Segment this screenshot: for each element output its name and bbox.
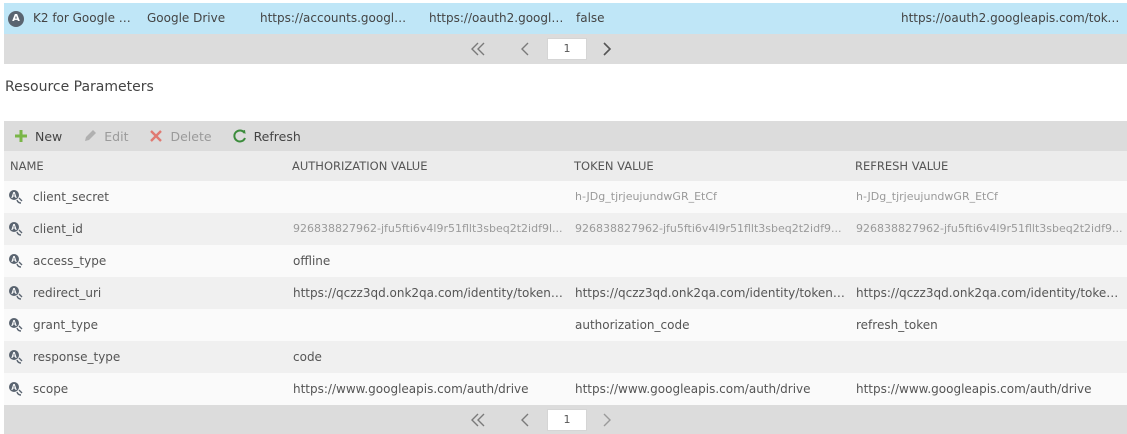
svg-text:A: A xyxy=(11,351,17,360)
table-row[interactable]: A access_type offline xyxy=(4,245,1127,277)
authorization-value: code xyxy=(293,350,322,364)
authorization-value: offline xyxy=(293,254,331,268)
table-row[interactable]: A client_secret h-JDg_tjrjeujundwGR_EtCf… xyxy=(4,181,1127,213)
authorization-url: https://accounts.google.c... xyxy=(260,11,412,25)
table-row[interactable]: A client_id 926838827962-jfu5fti6v4l9r51… xyxy=(4,213,1127,245)
authorization-value: 926838827962-jfu5fti6v4l9r51fllt3sbeq2t2… xyxy=(293,222,563,235)
flag-value: false xyxy=(576,11,605,25)
first-page-icon[interactable] xyxy=(466,34,490,64)
table-row[interactable]: A grant_type authorization_code refresh_… xyxy=(4,309,1127,341)
svg-text:A: A xyxy=(11,287,17,296)
table-row[interactable]: A response_type code xyxy=(4,341,1127,373)
table-row[interactable]: A redirect_uri https://qczz3qd.onk2qa.co… xyxy=(4,277,1127,309)
new-button[interactable]: New xyxy=(13,128,62,144)
parameter-name: scope xyxy=(33,382,69,396)
resource-type: Google Drive xyxy=(147,11,226,25)
parameter-icon: A xyxy=(8,189,24,205)
token-value: https://qczz3qd.onk2qa.com/identity/toke… xyxy=(575,286,845,300)
authorization-value: https://www.googleapis.com/auth/drive xyxy=(293,382,529,396)
token-value: https://www.googleapis.com/auth/drive xyxy=(575,382,811,396)
selected-resource-row[interactable]: A K2 for Google D... Google Drive https:… xyxy=(4,3,1127,34)
refresh-button-label: Refresh xyxy=(253,128,301,144)
parameter-icon: A xyxy=(8,285,24,301)
pencil-icon xyxy=(82,128,98,144)
token-url: https://oauth2.google... xyxy=(429,11,564,25)
plus-icon xyxy=(13,128,29,144)
first-page-icon[interactable] xyxy=(466,405,490,434)
parameter-icon: A xyxy=(8,317,24,333)
edit-button-label: Edit xyxy=(104,128,129,144)
close-icon xyxy=(148,128,164,144)
page-number-input[interactable]: 1 xyxy=(547,409,587,431)
table-row[interactable]: A scope https://www.googleapis.com/auth/… xyxy=(4,373,1127,405)
parameter-name: grant_type xyxy=(33,318,99,332)
refresh-value: https://www.googleapis.com/auth/drive xyxy=(856,382,1092,396)
column-header-authorization-value[interactable]: AUTHORIZATION VALUE xyxy=(292,151,427,181)
parameter-name: client_secret xyxy=(33,190,109,204)
next-page-icon[interactable] xyxy=(595,405,619,434)
refresh-url: https://oauth2.googleapis.com/token xyxy=(901,11,1121,25)
parameter-name: client_id xyxy=(33,222,83,236)
column-header-token-value[interactable]: TOKEN VALUE xyxy=(574,151,654,181)
delete-button-label: Delete xyxy=(170,128,212,144)
svg-text:A: A xyxy=(11,319,17,328)
edit-button[interactable]: Edit xyxy=(82,128,128,144)
refresh-value: refresh_token xyxy=(856,318,938,332)
delete-button[interactable]: Delete xyxy=(148,128,212,144)
parameter-icon: A xyxy=(8,221,24,237)
parameter-name: access_type xyxy=(33,254,107,268)
resource-name: K2 for Google D... xyxy=(33,11,138,25)
previous-page-icon[interactable] xyxy=(513,405,537,434)
column-header-name[interactable]: NAME xyxy=(10,151,44,181)
refresh-icon xyxy=(232,128,248,144)
previous-page-icon[interactable] xyxy=(513,34,537,64)
toolbar: New Edit Delete Refresh xyxy=(4,121,1127,151)
parameters-table: A client_secret h-JDg_tjrjeujundwGR_EtCf… xyxy=(4,181,1127,405)
svg-text:A: A xyxy=(11,191,17,200)
refresh-button[interactable]: Refresh xyxy=(232,128,301,144)
refresh-value: h-JDg_tjrjeujundwGR_EtCf xyxy=(856,190,998,203)
pager-bottom: 1 xyxy=(4,405,1127,434)
refresh-value: https://qczz3qd.onk2qa.com/identity/toke… xyxy=(856,286,1124,300)
parameter-icon: A xyxy=(8,253,24,269)
token-value: authorization_code xyxy=(575,318,690,332)
svg-text:A: A xyxy=(11,223,17,232)
column-header-refresh-value[interactable]: REFRESH VALUE xyxy=(855,151,948,181)
pager-top: 1 xyxy=(4,34,1127,64)
grid-header: NAME AUTHORIZATION VALUE TOKEN VALUE REF… xyxy=(4,151,1127,181)
svg-text:A: A xyxy=(11,255,17,264)
section-title: Resource Parameters xyxy=(5,79,154,95)
page-number-input[interactable]: 1 xyxy=(547,38,587,60)
new-button-label: New xyxy=(35,128,63,144)
svg-text:A: A xyxy=(11,383,17,392)
parameter-name: response_type xyxy=(33,350,121,364)
authorization-value: https://qczz3qd.onk2qa.com/identity/toke… xyxy=(293,286,563,300)
next-page-icon[interactable] xyxy=(595,34,619,64)
parameter-name: redirect_uri xyxy=(33,286,102,300)
token-value: 926838827962-jfu5fti6v4l9r51fllt3sbeq2t2… xyxy=(575,222,842,235)
parameter-icon: A xyxy=(8,349,24,365)
resource-type-icon: A xyxy=(8,10,24,27)
parameter-icon: A xyxy=(8,381,24,397)
refresh-value: 926838827962-jfu5fti6v4l9r51fllt3sbeq2t2… xyxy=(856,222,1123,235)
token-value: h-JDg_tjrjeujundwGR_EtCf xyxy=(575,190,717,203)
